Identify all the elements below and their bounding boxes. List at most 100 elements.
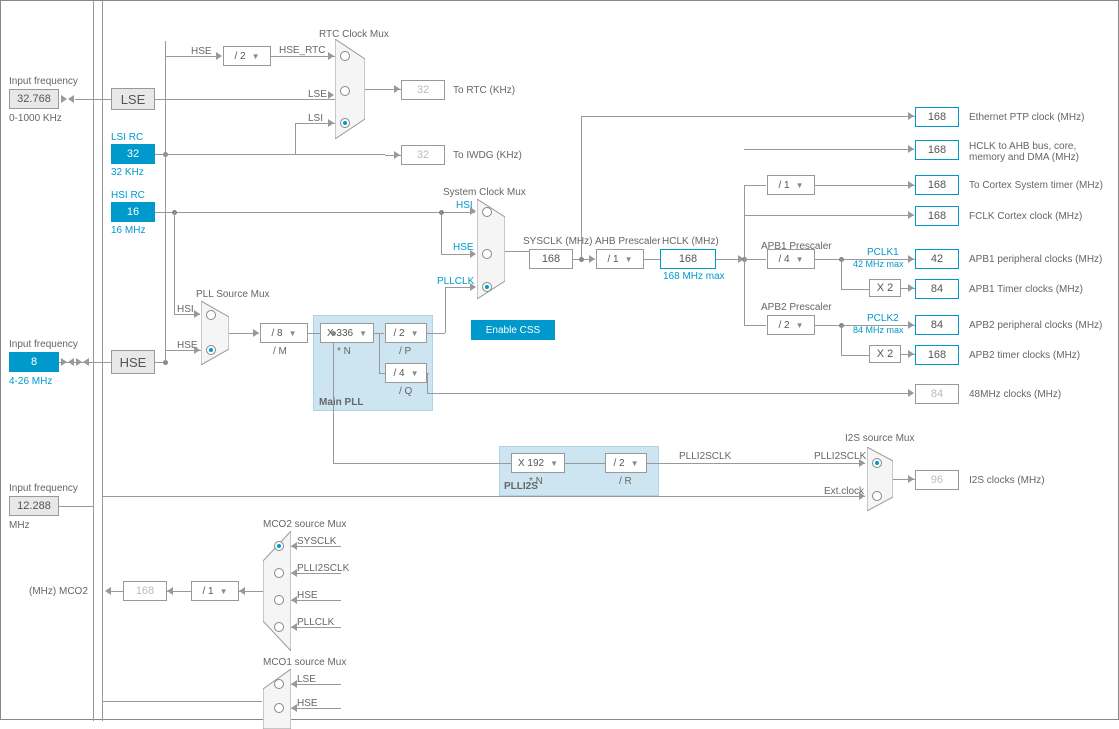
pll-src-hsi-radio[interactable]: [206, 310, 216, 320]
mco2-o2: PLLI2SCLK: [297, 563, 349, 574]
hse-range: 4-26 MHz: [9, 376, 52, 387]
sysclk-lbl: SYSCLK (MHz): [523, 236, 592, 247]
mco2-r4[interactable]: [274, 622, 284, 632]
hsi-unit: 16 MHz: [111, 225, 145, 236]
hse-freq-input[interactable]: 8: [9, 352, 59, 372]
hclk-max: 168 MHz max: [663, 271, 725, 282]
sysclk-pll-radio[interactable]: [482, 282, 492, 292]
plli2s-n[interactable]: X 192▼: [511, 453, 565, 473]
eth-val[interactable]: 168: [915, 107, 959, 127]
i2s-mux-title: I2S source Mux: [845, 433, 914, 444]
mco2-o3: HSE: [297, 590, 318, 601]
pll-m-div[interactable]: / 8▼: [260, 323, 308, 343]
pll-p[interactable]: / 2▼: [385, 323, 427, 343]
lse-osc: LSE: [111, 88, 155, 110]
i2s-freq-unit: MHz: [9, 520, 30, 531]
pll-src-title: PLL Source Mux: [196, 289, 270, 300]
usb48-val: 84: [915, 384, 959, 404]
apb1-mult: X 2: [869, 279, 901, 297]
apb2-sel[interactable]: / 2▼: [767, 315, 815, 335]
i2s-mux[interactable]: [867, 447, 893, 511]
fclk-val[interactable]: 168: [915, 206, 959, 226]
apb2p-val[interactable]: 84: [915, 315, 959, 335]
apb2-mult: X 2: [869, 345, 901, 363]
pll-q[interactable]: / 4▼: [385, 363, 427, 383]
lse-range: 0-1000 KHz: [9, 113, 62, 124]
mco2-r1[interactable]: [274, 541, 284, 551]
iwdg-val: 32: [401, 145, 445, 165]
sysclk-hsi-radio[interactable]: [482, 207, 492, 217]
iwdg-label: To IWDG (KHz): [453, 150, 522, 161]
hclk-lbl: HCLK (MHz): [662, 236, 719, 247]
pll-main-title: Main PLL: [319, 397, 363, 408]
mco1-o2: HSE: [297, 698, 318, 709]
rtc-val: 32: [401, 80, 445, 100]
apb2-pclk: PCLK2: [867, 313, 899, 324]
enable-css-button[interactable]: Enable CSS: [471, 320, 555, 340]
mco2-mux-title: MCO2 source Mux: [263, 519, 346, 530]
rtc-lsi-label: LSI: [308, 113, 323, 124]
ahb-lbl: AHB Prescaler: [595, 236, 661, 247]
fclk-lbl: FCLK Cortex clock (MHz): [969, 211, 1082, 222]
i2s-val: 96: [915, 470, 959, 490]
apb2p-lbl: APB2 peripheral clocks (MHz): [969, 320, 1102, 331]
rtc-label: To RTC (KHz): [453, 85, 515, 96]
hse-rtc-lbl: HSE_RTC: [279, 45, 326, 56]
rtc-mux-lsi[interactable]: [340, 118, 350, 128]
mco1-r2[interactable]: [274, 703, 284, 713]
apb2t-lbl: APB2 timer clocks (MHz): [969, 350, 1080, 361]
mco1-r1[interactable]: [274, 679, 284, 689]
cortex-sys-val[interactable]: 168: [915, 175, 959, 195]
lsi-val: 32: [111, 144, 155, 164]
i2s-mux-r1[interactable]: [872, 458, 882, 468]
apb1p-lbl: APB1 peripheral clocks (MHz): [969, 254, 1102, 265]
pll-p-lbl: / P: [399, 346, 411, 357]
mco2-o4: PLLCLK: [297, 617, 334, 628]
mco2-o1: SYSCLK: [297, 536, 336, 547]
rtc-mux-lse[interactable]: [340, 86, 350, 96]
apb1-pclk: PCLK1: [867, 247, 899, 258]
mco2-label: (MHz) MCO2: [29, 586, 88, 597]
hclk-out-val[interactable]: 168: [915, 140, 959, 160]
hsi-rc-label: HSI RC: [111, 190, 145, 201]
hse-osc: HSE: [111, 350, 155, 374]
plli2s-r-lbl: / R: [619, 476, 632, 487]
cortex-sys-lbl: To Cortex System timer (MHz): [969, 180, 1103, 191]
sysclk-val[interactable]: 168: [529, 249, 573, 269]
pll-m-lbl: / M: [273, 346, 287, 357]
plli2s-title: PLLI2S: [504, 481, 538, 492]
apb1t-val[interactable]: 84: [915, 279, 959, 299]
ahb-sel[interactable]: / 1▼: [596, 249, 644, 269]
mco2-r2[interactable]: [274, 568, 284, 578]
sysclk-hse-radio[interactable]: [482, 249, 492, 259]
lsi-unit: 32 KHz: [111, 167, 144, 178]
lsi-rc-label: LSI RC: [111, 132, 143, 143]
mco2-r3[interactable]: [274, 595, 284, 605]
i2s-freq-input[interactable]: 12.288: [9, 496, 59, 516]
lse-freq-label: Input frequency: [9, 76, 78, 87]
apb2t-val[interactable]: 168: [915, 345, 959, 365]
pll-q-lbl: / Q: [399, 386, 412, 397]
rtc-mux-hse[interactable]: [340, 51, 350, 61]
i2s-mux-r2[interactable]: [872, 491, 882, 501]
plli2s-r[interactable]: / 2▼: [605, 453, 647, 473]
i2s-freq-label: Input frequency: [9, 483, 78, 494]
mco1-mux[interactable]: [263, 669, 291, 729]
usb48-lbl: 48MHz clocks (MHz): [969, 389, 1061, 400]
apb1p-val[interactable]: 42: [915, 249, 959, 269]
pll-src-hse-radio[interactable]: [206, 345, 216, 355]
mco1-mux-title: MCO1 source Mux: [263, 657, 346, 668]
apb2-max: 84 MHz max: [853, 325, 904, 335]
pll-src-hsi: HSI: [177, 304, 194, 315]
mco2-val: 168: [123, 581, 167, 601]
apb1-sel[interactable]: / 4▼: [767, 249, 815, 269]
cortex-div[interactable]: / 1▼: [767, 175, 815, 195]
pll-n-lbl: * N: [337, 346, 351, 357]
hse-rtc-div[interactable]: / 2▼: [223, 46, 271, 66]
pll-src-mux[interactable]: [201, 301, 229, 365]
hclk-val[interactable]: 168: [660, 249, 716, 269]
mco2-sel[interactable]: / 1▼: [191, 581, 239, 601]
apb2-lbl: APB2 Prescaler: [761, 302, 832, 313]
pll-n[interactable]: X 336▼: [320, 323, 374, 343]
lse-freq-input[interactable]: 32.768: [9, 89, 59, 109]
